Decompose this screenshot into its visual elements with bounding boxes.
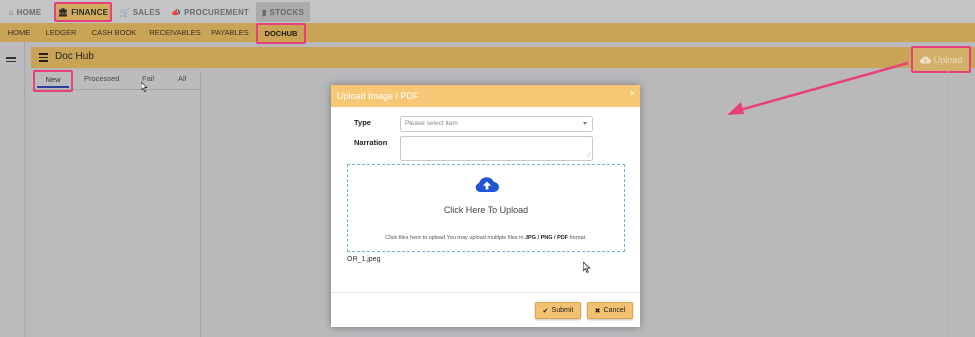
resize-grip-icon[interactable]: ⟋ xyxy=(587,153,591,159)
upload-modal: Upload Image / PDF × Type Please select … xyxy=(331,85,640,327)
dropzone-hint: Click files here to upload You may uploa… xyxy=(385,235,587,241)
modal-header: Upload Image / PDF × xyxy=(331,85,640,107)
check-circle-icon: ✔ xyxy=(542,307,549,315)
modal-footer-divider xyxy=(331,292,640,293)
selected-file-name: OR_1.jpeg xyxy=(347,256,381,263)
cancel-button[interactable]: ✖ Cancel xyxy=(587,302,633,319)
type-label: Type xyxy=(354,118,371,127)
narration-label: Narration xyxy=(354,138,388,147)
type-select[interactable]: Please select item xyxy=(400,116,593,132)
narration-field[interactable]: ⟋ xyxy=(400,136,593,161)
close-icon[interactable]: × xyxy=(630,88,635,98)
mouse-cursor-icon xyxy=(583,262,591,273)
cloud-upload-icon xyxy=(475,177,499,192)
upload-dropzone[interactable]: Click Here To Upload Click files here to… xyxy=(347,164,625,252)
close-icon: ✖ xyxy=(594,307,601,315)
dropzone-title: Click Here To Upload xyxy=(443,205,529,215)
chevron-down-icon xyxy=(583,122,587,125)
submit-button[interactable]: ✔ Submit xyxy=(535,302,581,319)
modal-title: Upload Image / PDF xyxy=(337,91,419,101)
